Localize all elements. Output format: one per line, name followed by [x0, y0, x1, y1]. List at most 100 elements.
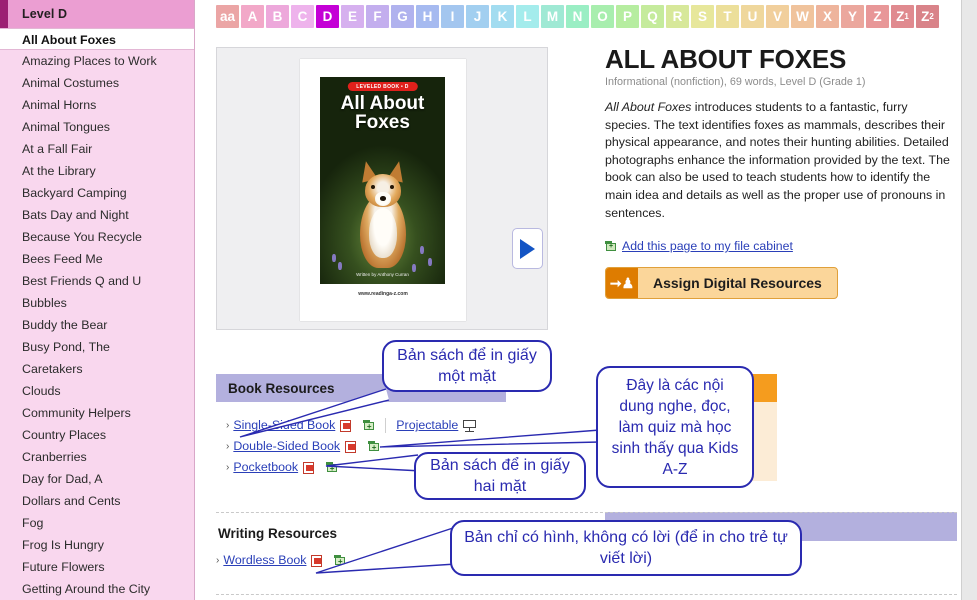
- sidebar-item[interactable]: Caretakers: [0, 358, 194, 380]
- file-cabinet-icon[interactable]: +: [326, 462, 338, 473]
- alphabet-tile-h[interactable]: H: [416, 5, 439, 28]
- pdf-icon[interactable]: [303, 462, 314, 474]
- fox-illustration: [348, 150, 418, 268]
- alphabet-tile-f[interactable]: F: [366, 5, 389, 28]
- sidebar-item[interactable]: Animal Tongues: [0, 116, 194, 138]
- sidebar-item[interactable]: Animal Costumes: [0, 72, 194, 94]
- alphabet-tile-a[interactable]: A: [241, 5, 264, 28]
- projector-icon[interactable]: [463, 420, 476, 432]
- file-cabinet-icon[interactable]: +: [334, 555, 346, 566]
- sidebar-item[interactable]: Country Places: [0, 424, 194, 446]
- alphabet-tile-c[interactable]: C: [291, 5, 314, 28]
- assign-digital-resources-label: Assign Digital Resources: [638, 268, 837, 298]
- cover-byline: Written by Anthony Curran: [320, 272, 445, 277]
- cover-publisher-url: www.readinga-z.com: [300, 291, 466, 297]
- flower-decor: [338, 262, 342, 270]
- alphabet-tile-y[interactable]: Y: [841, 5, 864, 28]
- sidebar-item[interactable]: Getting Around the City: [0, 578, 194, 600]
- alphabet-tile-n[interactable]: N: [566, 5, 589, 28]
- pdf-icon[interactable]: [311, 555, 322, 567]
- alphabet-tile-z1[interactable]: Z1: [891, 5, 914, 28]
- sidebar-item[interactable]: Bats Day and Night: [0, 204, 194, 226]
- sidebar-item[interactable]: At a Fall Fair: [0, 138, 194, 160]
- alphabet-tile-s[interactable]: S: [691, 5, 714, 28]
- sidebar-item[interactable]: Animal Horns: [0, 94, 194, 116]
- sidebar: Level D All About FoxesAmazing Places to…: [0, 0, 195, 600]
- callout-single-sided: Bản sách để in giấy một mặt: [382, 340, 552, 392]
- alphabet-tile-b[interactable]: B: [266, 5, 289, 28]
- add-to-file-cabinet[interactable]: + Add this page to my file cabinet: [605, 239, 955, 253]
- sidebar-item[interactable]: Clouds: [0, 380, 194, 402]
- alphabet-tile-d[interactable]: D: [316, 5, 339, 28]
- alphabet-tile-q[interactable]: Q: [641, 5, 664, 28]
- pdf-icon[interactable]: [345, 441, 356, 453]
- alphabet-level-bar: aaABCDEFGHIJKLMNOPQRSTUVWXYZZ1Z2: [216, 5, 939, 28]
- sidebar-item[interactable]: Community Helpers: [0, 402, 194, 424]
- file-cabinet-icon[interactable]: +: [363, 420, 375, 431]
- chevron-right-icon: ›: [226, 436, 229, 457]
- alphabet-tile-u[interactable]: U: [741, 5, 764, 28]
- alphabet-tile-o[interactable]: O: [591, 5, 614, 28]
- page-scroll-gutter[interactable]: [961, 0, 977, 600]
- main-content: aaABCDEFGHIJKLMNOPQRSTUVWXYZZ1Z2: [196, 0, 961, 600]
- alphabet-tile-e[interactable]: E: [341, 5, 364, 28]
- sidebar-item[interactable]: Bees Feed Me: [0, 248, 194, 270]
- book-meta: Informational (nonfiction), 69 words, Le…: [605, 76, 955, 88]
- sidebar-item[interactable]: Because You Recycle: [0, 226, 194, 248]
- sidebar-item[interactable]: Future Flowers: [0, 556, 194, 578]
- alphabet-tile-v[interactable]: V: [766, 5, 789, 28]
- book-cover-sheet: LEVELED BOOK • D All About Foxes Written…: [300, 59, 466, 321]
- book-description-title: All About Foxes: [605, 100, 691, 114]
- sidebar-item[interactable]: Dollars and Cents: [0, 490, 194, 512]
- file-cabinet-icon: +: [605, 241, 617, 252]
- alphabet-tile-l[interactable]: L: [516, 5, 539, 28]
- book-detail: ALL ABOUT FOXES Informational (nonfictio…: [605, 44, 955, 299]
- chevron-right-icon: ›: [216, 550, 219, 571]
- chevron-right-icon: ›: [226, 457, 229, 478]
- alphabet-tile-x[interactable]: X: [816, 5, 839, 28]
- alphabet-tile-j[interactable]: J: [466, 5, 489, 28]
- alphabet-tile-p[interactable]: P: [616, 5, 639, 28]
- sidebar-item[interactable]: At the Library: [0, 160, 194, 182]
- sidebar-item[interactable]: All About Foxes: [0, 28, 194, 50]
- sidebar-item[interactable]: Bubbles: [0, 292, 194, 314]
- projectable-link[interactable]: Projectable: [396, 415, 458, 436]
- alphabet-tile-z2[interactable]: Z2: [916, 5, 939, 28]
- resource-link[interactable]: Pocketbook: [233, 457, 298, 478]
- sidebar-item[interactable]: Buddy the Bear: [0, 314, 194, 336]
- alphabet-tile-aa[interactable]: aa: [216, 5, 239, 28]
- alphabet-tile-g[interactable]: G: [391, 5, 414, 28]
- sidebar-item[interactable]: Cranberries: [0, 446, 194, 468]
- alphabet-tile-z[interactable]: Z: [866, 5, 889, 28]
- sidebar-book-list: All About FoxesAmazing Places to WorkAni…: [0, 28, 194, 600]
- sidebar-item[interactable]: Frog Is Hungry: [0, 534, 194, 556]
- chevron-right-icon: [520, 239, 535, 259]
- callout-digital-resources: Đây là các nội dung nghe, đọc, làm quiz …: [596, 366, 754, 488]
- book-resources-heading: Book Resources: [228, 381, 335, 396]
- chevron-right-icon: ›: [226, 415, 229, 436]
- alphabet-tile-w[interactable]: W: [791, 5, 814, 28]
- resource-link[interactable]: Double-Sided Book: [233, 436, 340, 457]
- flower-decor: [428, 258, 432, 266]
- file-cabinet-icon[interactable]: +: [368, 441, 380, 452]
- sidebar-item[interactable]: Fog: [0, 512, 194, 534]
- pdf-icon[interactable]: [340, 420, 351, 432]
- sidebar-header: Level D: [0, 0, 194, 28]
- alphabet-tile-r[interactable]: R: [666, 5, 689, 28]
- alphabet-tile-k[interactable]: K: [491, 5, 514, 28]
- separator: [385, 418, 386, 433]
- alphabet-tile-i[interactable]: I: [441, 5, 464, 28]
- next-book-button[interactable]: [512, 228, 543, 269]
- sidebar-item[interactable]: Amazing Places to Work: [0, 50, 194, 72]
- sidebar-item[interactable]: Backyard Camping: [0, 182, 194, 204]
- resource-link[interactable]: Wordless Book: [223, 550, 306, 571]
- alphabet-tile-t[interactable]: T: [716, 5, 739, 28]
- add-to-file-cabinet-link[interactable]: Add this page to my file cabinet: [622, 239, 793, 253]
- assign-digital-resources-button[interactable]: ➞♟ Assign Digital Resources: [605, 267, 838, 299]
- sidebar-item[interactable]: Busy Pond, The: [0, 336, 194, 358]
- alphabet-tile-m[interactable]: M: [541, 5, 564, 28]
- flower-decor: [420, 246, 424, 254]
- resource-link[interactable]: Single-Sided Book: [233, 415, 335, 436]
- sidebar-item[interactable]: Day for Dad, A: [0, 468, 194, 490]
- sidebar-item[interactable]: Best Friends Q and U: [0, 270, 194, 292]
